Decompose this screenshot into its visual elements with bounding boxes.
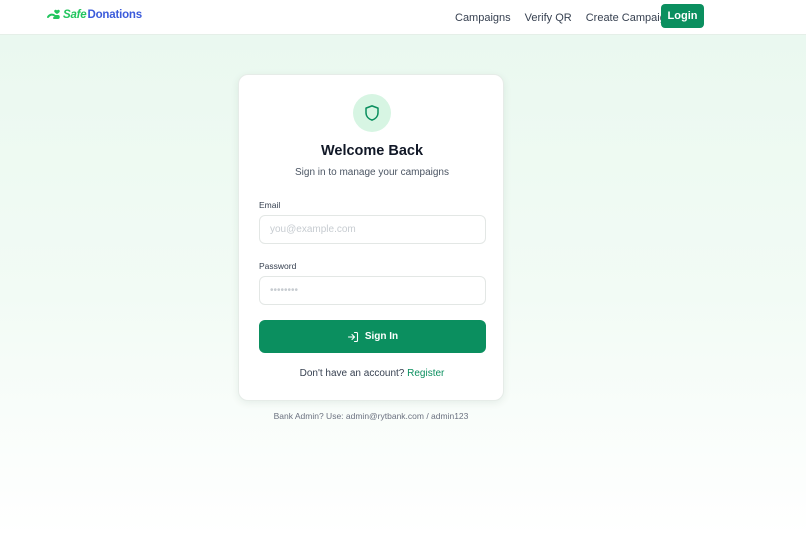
page-subtitle: Sign in to manage your campaigns <box>295 167 449 178</box>
sign-in-label: Sign In <box>364 331 399 342</box>
log-in-icon <box>347 331 358 342</box>
register-link[interactable]: Register <box>407 368 444 379</box>
page-title: Welcome Back <box>320 143 424 159</box>
navbar: Safe Donations Campaigns Verify QR Create… <box>0 0 806 35</box>
brand-name-part1: Safe <box>63 9 87 21</box>
nav-link-create-campaign[interactable]: Create Campaign <box>586 12 672 24</box>
nav-links: Campaigns Verify QR Create Campaign <box>455 0 686 35</box>
login-button[interactable]: Login <box>661 4 704 28</box>
email-field[interactable] <box>259 215 486 244</box>
hand-heart-icon <box>47 9 60 19</box>
brand-name-part2: Donations <box>87 9 143 21</box>
nav-link-campaigns[interactable]: Campaigns <box>455 12 511 24</box>
nav-link-verify-qr[interactable]: Verify QR <box>525 12 572 24</box>
register-prompt: Don't have an account? Register <box>239 368 505 379</box>
password-label: Password <box>259 261 297 271</box>
brand-logo[interactable]: Safe Donations <box>46 8 142 22</box>
email-label: Email <box>259 200 281 210</box>
shield-badge <box>353 94 391 132</box>
sign-in-button[interactable]: Sign In <box>259 320 486 353</box>
shield-icon <box>365 105 379 121</box>
register-prompt-text: Don't have an account? <box>299 368 405 379</box>
login-card: Welcome Back Sign in to manage your camp… <box>238 74 504 401</box>
password-field[interactable] <box>259 276 486 305</box>
admin-hint: Bank Admin? Use: admin@rytbank.com / adm… <box>273 411 469 421</box>
